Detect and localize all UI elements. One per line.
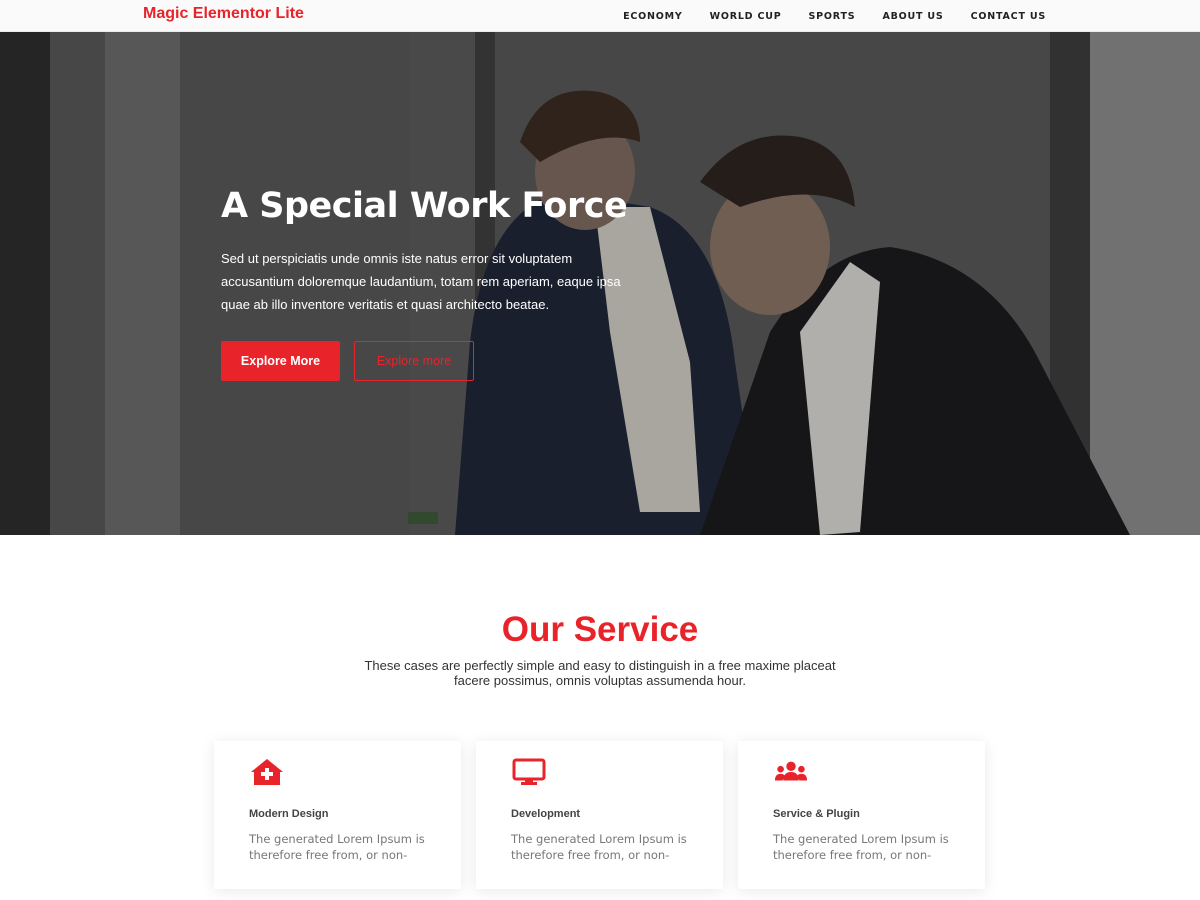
- nav-contact-us[interactable]: CONTACT US: [971, 11, 1046, 22]
- site-logo[interactable]: Magic Elementor Lite: [143, 5, 304, 23]
- card-text: The generated Lorem Ipsum is therefore f…: [249, 832, 425, 862]
- card-title: Modern Design: [249, 808, 329, 820]
- hero-content: A Special Work Force Sed ut perspiciatis…: [221, 187, 661, 381]
- card-title: Development: [511, 808, 581, 820]
- service-card-modern-design: Modern Design The generated Lorem Ipsum …: [214, 741, 461, 889]
- hero-description: Sed ut perspiciatis unde omnis iste natu…: [221, 250, 621, 312]
- nav-economy[interactable]: ECONOMY: [623, 11, 683, 22]
- users-icon: [774, 761, 808, 781]
- service-cards: Modern Design The generated Lorem Ipsum …: [214, 741, 985, 889]
- card-title: Service & Plugin: [773, 808, 860, 820]
- hero-section: A Special Work Force Sed ut perspiciatis…: [0, 32, 1200, 535]
- nav-about-us[interactable]: ABOUT US: [882, 11, 943, 22]
- service-subtitle: These cases are perfectly simple and eas…: [364, 658, 836, 688]
- explore-more-button[interactable]: Explore More: [221, 340, 340, 381]
- monitor-icon: [512, 758, 546, 785]
- nav-sports[interactable]: SPORTS: [809, 11, 856, 22]
- clinic-icon: [251, 759, 283, 785]
- card-text: The generated Lorem Ipsum is therefore f…: [773, 832, 949, 862]
- service-card-development: Development The generated Lorem Ipsum is…: [476, 741, 723, 889]
- hero-title: A Special Work Force: [221, 186, 628, 226]
- service-title: Our Service: [501, 610, 699, 649]
- nav-world-cup[interactable]: WORLD CUP: [710, 11, 782, 22]
- main-nav: ECONOMY WORLD CUP SPORTS ABOUT US CONTAC…: [623, 0, 1046, 32]
- site-header: Magic Elementor Lite ECONOMY WORLD CUP S…: [0, 0, 1200, 32]
- explore-more-outline-button[interactable]: Explore more: [354, 340, 474, 381]
- card-text: The generated Lorem Ipsum is therefore f…: [511, 832, 687, 862]
- hero-buttons: Explore More Explore more: [221, 340, 661, 381]
- service-card-service-plugin: Service & Plugin The generated Lorem Ips…: [738, 741, 985, 889]
